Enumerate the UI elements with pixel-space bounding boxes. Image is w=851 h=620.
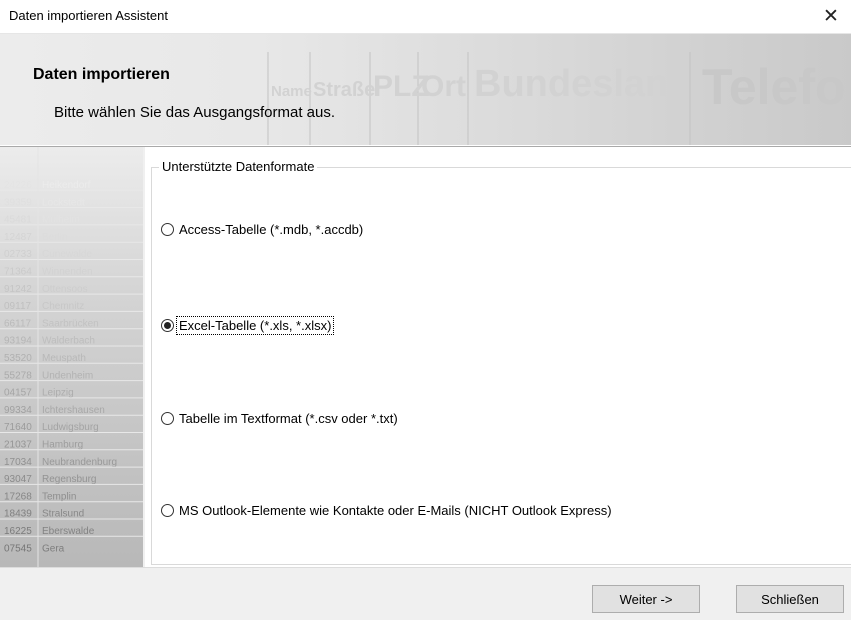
footer-bar: Weiter -> Schließen [0, 567, 851, 620]
sidebar-city: Stralsund [42, 509, 84, 520]
sidebar-plz: 12487 [4, 232, 32, 243]
sidebar-city: Templin [42, 491, 76, 502]
sidebar-city: Winnenden [42, 267, 93, 278]
sidebar-plz: 93194 [4, 336, 32, 347]
sidebar-plz: 09117 [4, 301, 32, 312]
sidebar-city: Leipzig [42, 388, 74, 399]
sidebar-city: Heikendorf [42, 180, 91, 191]
sidebar-city: Ludwigsburg [42, 422, 99, 433]
sidebar-plz: 39359 [4, 197, 32, 208]
page-title: Daten importieren [33, 66, 170, 83]
option-excel[interactable]: Excel-Tabelle (*.xls, *.xlsx) [161, 316, 335, 335]
sidebar-decoration: 24226 Heikendorf 39359 Lockstedt 45481 Mülhei… [0, 147, 143, 567]
sidebar-plz: 53520 [4, 353, 32, 364]
sidebar-plz: 16225 [4, 526, 32, 537]
title-bar: Daten importieren Assistent ✕ [0, 0, 851, 34]
sidebar-city: Ottensoos [42, 284, 88, 295]
sidebar-plz: 21037 [4, 440, 32, 451]
sidebar-plz: 24226 [4, 180, 32, 191]
close-button[interactable]: Schließen [736, 585, 844, 613]
sidebar-plz: 17268 [4, 491, 32, 502]
watermark-word: Name [271, 83, 312, 100]
header-banner: Name Straße PLZ Ort Bundesland Telefo Da… [0, 34, 851, 147]
sidebar-city: Neubrandenburg [42, 457, 117, 468]
window-title: Daten importieren Assistent [9, 8, 168, 23]
sidebar-plz: 99334 [4, 405, 32, 416]
sidebar-plz: 66117 [4, 318, 32, 329]
option-text[interactable]: Tabelle im Textformat (*.csv oder *.txt) [161, 410, 400, 427]
sidebar-plz: 17034 [4, 457, 32, 468]
sidebar-plz: 45481 [4, 215, 32, 226]
watermark-word: Bundesland [474, 63, 691, 105]
sidebar-plz: 07545 [4, 543, 32, 554]
sidebar-city: Ichtershausen [42, 405, 105, 416]
radio-outlook[interactable] [161, 504, 174, 517]
sidebar-city: Saarbrücken [42, 318, 99, 329]
watermark-word: Straße [313, 79, 375, 101]
sidebar-plz: 55278 [4, 370, 32, 381]
radio-access[interactable] [161, 223, 174, 236]
next-button[interactable]: Weiter -> [592, 585, 700, 613]
banner-watermark: Name Straße PLZ Ort Bundesland Telefo [0, 34, 851, 146]
option-access[interactable]: Access-Tabelle (*.mdb, *.accdb) [161, 221, 365, 238]
sidebar-plz: 93047 [4, 474, 32, 485]
sidebar-image: 24226 Heikendorf 39359 Lockstedt 45481 Mülhei… [0, 147, 143, 567]
option-access-label[interactable]: Access-Tabelle (*.mdb, *.accdb) [177, 221, 365, 238]
sidebar-plz: 91242 [4, 284, 32, 295]
banner-divider [0, 145, 851, 146]
sidebar-plz: 18439 [4, 509, 32, 520]
sidebar-city: Berlin [42, 232, 68, 243]
sidebar-city: Chemnitz [42, 301, 84, 312]
sidebar-city: Walderbach [42, 336, 95, 347]
sidebar-city: Gera [42, 543, 65, 554]
sidebar-city: Lockstedt [42, 197, 85, 208]
page-subtitle: Bitte wählen Sie das Ausgangsformat aus. [54, 104, 336, 121]
watermark-word: Ort [421, 70, 466, 103]
radio-text[interactable] [161, 412, 174, 425]
content-panel: Unterstützte Datenformate Access-Tabelle… [145, 147, 851, 567]
sidebar-city: Undenheim [42, 370, 93, 381]
option-outlook-label[interactable]: MS Outlook-Elemente wie Kontakte oder E-… [177, 502, 614, 519]
sidebar-plz: 02733 [4, 249, 32, 260]
watermark-word: Telefo [702, 59, 846, 115]
sidebar-city: Mülheim [42, 215, 80, 226]
sidebar-plz: 71364 [4, 267, 32, 278]
radio-dot [164, 322, 171, 329]
sidebar-plz: 71640 [4, 422, 32, 433]
sidebar-city: Cunewalde [42, 249, 92, 260]
sidebar-plz: 04157 [4, 388, 32, 399]
sidebar-city: Meuspath [42, 353, 86, 364]
sidebar-city: Hamburg [42, 440, 83, 451]
option-outlook[interactable]: MS Outlook-Elemente wie Kontakte oder E-… [161, 502, 614, 519]
close-icon[interactable]: ✕ [811, 0, 851, 33]
option-excel-label[interactable]: Excel-Tabelle (*.xls, *.xlsx) [175, 316, 335, 335]
option-text-label[interactable]: Tabelle im Textformat (*.csv oder *.txt) [177, 410, 400, 427]
sidebar-city: Regensburg [42, 474, 96, 485]
radio-excel[interactable] [161, 319, 174, 332]
sidebar-city: Eberswalde [42, 526, 95, 537]
groupbox-legend: Unterstützte Datenformate [159, 159, 318, 174]
